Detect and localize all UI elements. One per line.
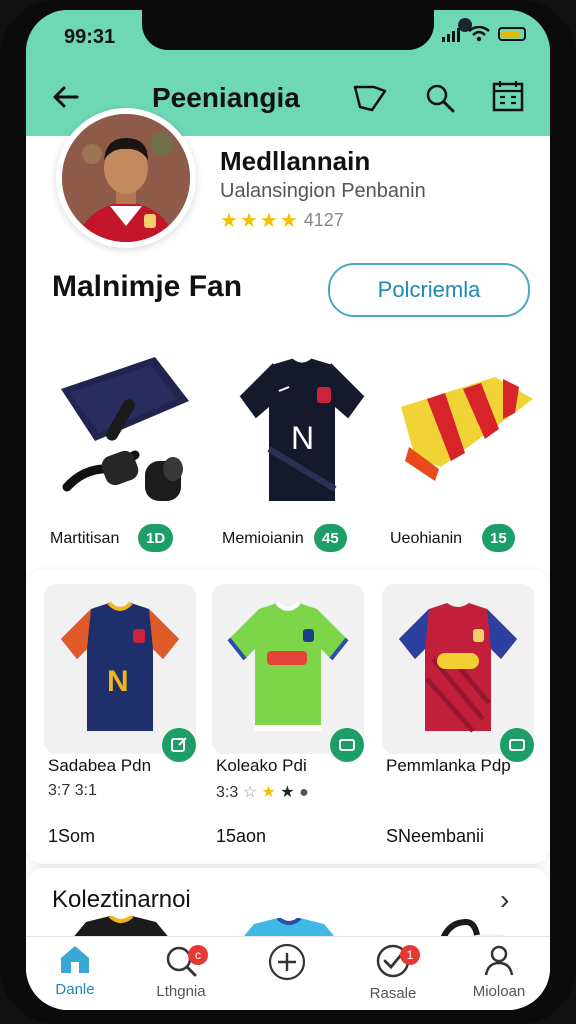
featured-item-label: Memioianin [222, 530, 304, 547]
star-icon: ★ [261, 784, 276, 801]
product-meta: 3:7 3:1 [48, 782, 97, 799]
nav-profile[interactable]: Mioloan [454, 943, 544, 1009]
status-time: 99:31 [64, 26, 116, 48]
status-icons [442, 26, 526, 42]
avatar [62, 114, 190, 242]
nav-label: Lthgnia [156, 983, 206, 1000]
rating-count: 4127 [303, 210, 344, 230]
dot-icon: ● [299, 784, 309, 801]
product-price: 1Som [48, 826, 96, 846]
product-meta: 3:3 [216, 784, 239, 801]
featured-item[interactable]: Martitisan 1D [50, 344, 210, 552]
nav-label: Mioloan [472, 983, 526, 1000]
nav-add[interactable] [242, 943, 332, 1009]
star-outline-icon: ☆ [242, 784, 258, 801]
bottom-nav: Danle c Lthgnia 1 Rasale Mioloan [26, 936, 550, 1010]
star-dark-icon: ★ [280, 784, 295, 801]
notification-badge: 1 [400, 945, 420, 965]
profile-name: Medllannain [220, 146, 371, 176]
nav-orders[interactable]: 1 Rasale [348, 943, 438, 1009]
product-name: Pemmlanka Pdp [386, 756, 511, 775]
featured-item[interactable]: N Memioianin 45 [222, 344, 382, 552]
favorite-button[interactable] [352, 80, 388, 116]
avatar-image [62, 114, 190, 242]
product-price: SNeembanii [386, 826, 485, 846]
nav-label: Danle [55, 981, 95, 998]
calendar-icon [492, 81, 524, 112]
jersey-image: N [61, 601, 179, 731]
featured-item-price: 45 [314, 524, 347, 552]
profile-icon [484, 945, 514, 976]
add-icon [268, 943, 306, 981]
search-button[interactable] [422, 80, 458, 116]
featured-item-price: 1D [138, 524, 174, 552]
product-cards: N Sadabea Pdn 3:7 3:1 1Som Koleako Pdi 3… [26, 570, 550, 864]
star-icon: ★ [259, 210, 278, 232]
app-screen: 99:31 Peeniangia Medllannain Ualansingio… [26, 10, 550, 1010]
search-icon [426, 84, 455, 113]
section-action-button[interactable]: Polcriemla [328, 263, 530, 317]
collection-title: Koleztinarnoi [52, 886, 191, 913]
phone-frame: 99:31 Peeniangia Medllannain Ualansingio… [0, 0, 576, 1024]
card-action-button[interactable] [162, 728, 196, 762]
notification-badge: c [188, 945, 208, 965]
svg-text:N: N [107, 665, 129, 698]
featured-item-label: Martitisan [50, 530, 120, 547]
svg-text:N: N [291, 420, 314, 456]
nav-home[interactable]: Danle [30, 943, 120, 1009]
section-title: Malnimje Fan [52, 270, 243, 303]
product-rating: 3:3 ☆ ★ ★ ● [216, 782, 309, 802]
star-half-icon: ★ [279, 210, 298, 232]
black-jersey-image: N [222, 344, 382, 514]
card-icon [339, 739, 355, 751]
arrow-left-icon [53, 86, 79, 108]
featured-item-label: Ueohianin [390, 530, 463, 547]
profile-subtitle: Ualansingion Penbanin [220, 180, 426, 202]
profile-rating: ★ ★ ★ ★ 4127 [220, 208, 344, 233]
product-price: 15aon [216, 826, 267, 846]
red-yellow-scarf-image [390, 344, 550, 514]
notch [142, 10, 472, 50]
jersey-image [399, 603, 517, 733]
calendar-button[interactable] [490, 78, 526, 114]
scarf-accessories-image [50, 344, 210, 514]
profile-picture[interactable] [56, 108, 196, 248]
battery-icon [498, 27, 526, 41]
product-name: Sadabea Pdn [48, 756, 152, 775]
nav-label: Rasale [369, 985, 417, 1002]
featured-item[interactable]: Ueohianin 15 [390, 344, 550, 552]
product-name: Koleako Pdi [216, 756, 307, 775]
signal-icon [442, 26, 460, 42]
wifi-icon [468, 26, 490, 42]
featured-item-price: 15 [482, 524, 515, 552]
card-icon [509, 739, 525, 751]
star-icon: ★ [220, 210, 238, 232]
home-icon [61, 946, 89, 973]
nav-search[interactable]: c Lthgnia [136, 943, 226, 1009]
tag-icon [353, 85, 387, 112]
chevron-right-icon[interactable]: › [500, 884, 509, 916]
edit-icon [171, 737, 187, 752]
star-icon: ★ [239, 210, 258, 232]
back-button[interactable] [48, 79, 84, 115]
jersey-image [227, 601, 349, 731]
card-action-button[interactable] [330, 728, 364, 762]
page-title: Peeniangia [152, 82, 300, 113]
